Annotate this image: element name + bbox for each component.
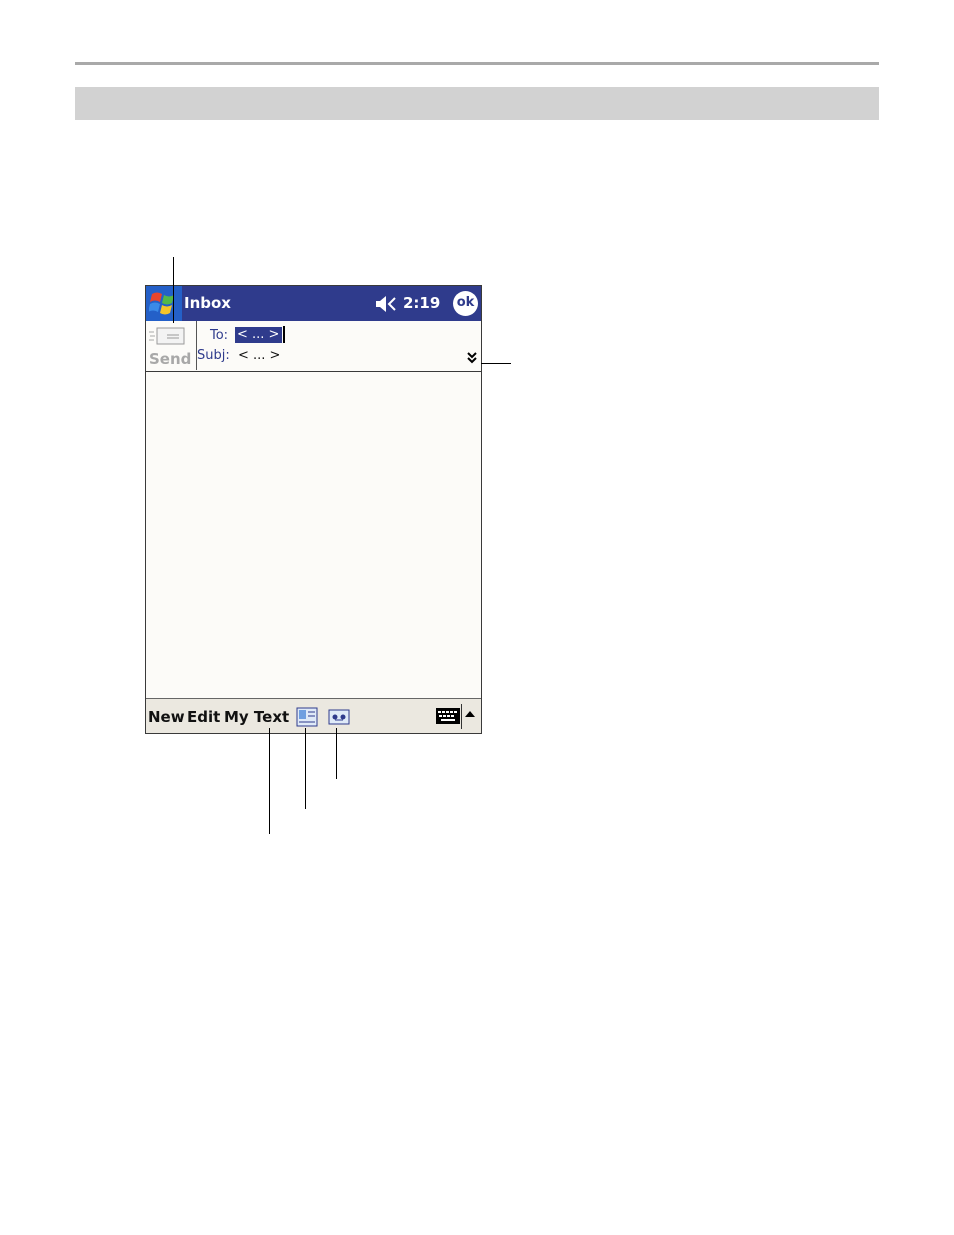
callout-expand bbox=[481, 363, 511, 364]
start-button[interactable] bbox=[146, 286, 182, 321]
address-book-icon[interactable] bbox=[296, 707, 318, 727]
text-cursor bbox=[283, 326, 285, 343]
sip-divider bbox=[461, 704, 462, 729]
subject-label: Subj: bbox=[197, 348, 230, 363]
window-title: Inbox bbox=[184, 294, 231, 312]
message-body[interactable] bbox=[146, 372, 481, 698]
header-band bbox=[75, 87, 879, 120]
speaker-icon[interactable] bbox=[375, 295, 399, 313]
callout-address-book bbox=[305, 728, 306, 809]
send-label: Send bbox=[149, 350, 192, 368]
sip-arrow-up-icon[interactable] bbox=[465, 711, 475, 718]
send-button[interactable]: Send bbox=[146, 321, 197, 370]
envelope-send-icon bbox=[149, 327, 185, 345]
title-bar: Inbox 2:19 ok bbox=[146, 286, 481, 321]
callout-send bbox=[173, 257, 174, 323]
to-field[interactable]: < ... > bbox=[235, 327, 283, 343]
menu-my-text[interactable]: My Text bbox=[224, 708, 289, 726]
clock[interactable]: 2:19 bbox=[403, 294, 440, 312]
keyboard-icon[interactable] bbox=[436, 708, 460, 724]
message-header: Send To: < ... > Subj: < ... > bbox=[146, 321, 481, 372]
to-label: To: bbox=[210, 328, 229, 343]
menu-new[interactable]: New bbox=[148, 708, 185, 726]
expand-header-icon[interactable] bbox=[466, 351, 478, 365]
recorder-icon[interactable] bbox=[328, 709, 350, 725]
ok-button[interactable]: ok bbox=[453, 291, 478, 316]
menu-bar: New Edit My Text bbox=[146, 698, 481, 733]
windows-start-icon bbox=[149, 292, 174, 315]
menu-edit[interactable]: Edit bbox=[187, 708, 220, 726]
callout-recorder bbox=[336, 728, 337, 779]
top-rule bbox=[75, 62, 879, 65]
pocket-pc-screen: Inbox 2:19 ok Send To: < ... > Subj: < .… bbox=[145, 285, 482, 734]
callout-my-text bbox=[269, 728, 270, 834]
subject-field[interactable]: < ... > bbox=[238, 348, 280, 363]
